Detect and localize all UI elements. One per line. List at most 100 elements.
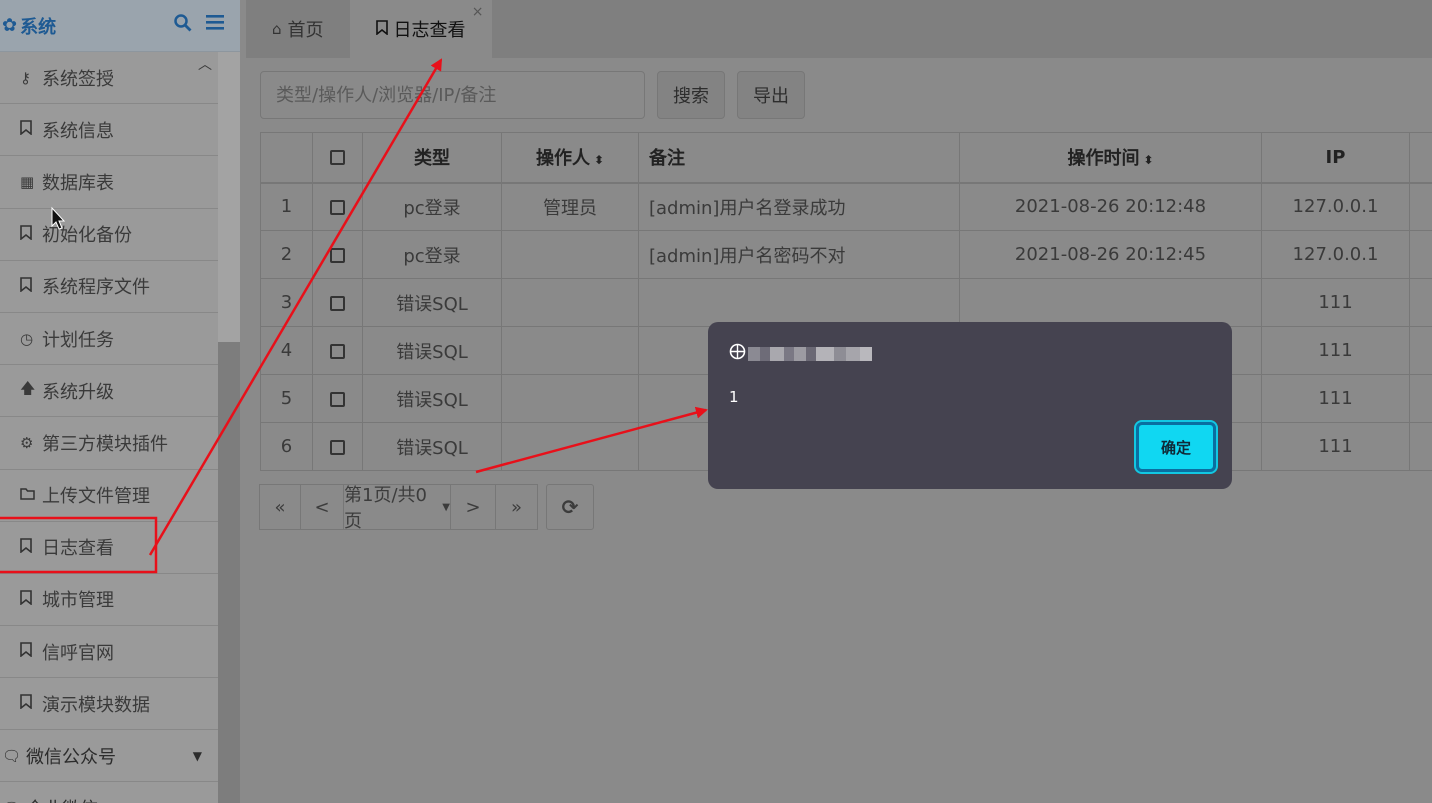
- sidebar-title[interactable]: ✿ 系统: [2, 13, 56, 39]
- cell-ip: 111: [1261, 326, 1410, 375]
- redacted-origin: [748, 347, 872, 361]
- cell-extra: [1409, 230, 1432, 279]
- tab-bar: ⌂ 首页 日志查看 ×: [246, 0, 1432, 58]
- header-ip: IP: [1261, 132, 1410, 184]
- row-checkbox-cell: [312, 182, 363, 231]
- alert-dialog: 1 确定: [708, 322, 1232, 489]
- search-icon[interactable]: [174, 14, 192, 37]
- home-icon: ⌂: [272, 20, 282, 38]
- sidebar-item-label: 系统签授: [42, 68, 114, 90]
- bookmark-icon: [20, 537, 42, 557]
- cell-note: [admin]用户名密码不对: [638, 230, 960, 279]
- header-type: 类型: [362, 132, 502, 184]
- header-label: 备注: [649, 148, 685, 170]
- first-page-button[interactable]: «: [259, 484, 301, 530]
- close-icon[interactable]: ×: [472, 4, 484, 20]
- sidebar-item-label: 城市管理: [42, 590, 114, 612]
- folder-icon: [20, 486, 42, 504]
- sidebar-item-label: 信呼官网: [42, 642, 114, 664]
- header-label: 类型: [414, 148, 450, 170]
- ok-button[interactable]: 确定: [1134, 420, 1218, 474]
- row-checkbox[interactable]: [330, 439, 345, 455]
- cell-type: 错误SQL: [362, 374, 502, 423]
- row-checkbox-cell: [312, 230, 363, 279]
- sort-icon[interactable]: ⬍: [1143, 153, 1153, 167]
- prev-page-button[interactable]: <: [300, 484, 344, 530]
- sidebar-item-database-tables[interactable]: ▦ 数据库表: [0, 156, 218, 209]
- sidebar-item-system-upgrade[interactable]: 🡅 系统升级: [0, 365, 218, 418]
- sidebar-item-demo-data[interactable]: 演示模块数据: [0, 678, 218, 731]
- row-checkbox[interactable]: [330, 295, 345, 311]
- table-header-row: 类型 操作人 ⬍ 备注 操作时间 ⬍ IP: [260, 132, 1432, 184]
- cell-operator: 管理员: [501, 182, 639, 231]
- tab-label: 首页: [287, 20, 324, 41]
- sort-icon[interactable]: ⬍: [594, 153, 604, 167]
- tab-label: 日志查看: [393, 20, 466, 41]
- chat-icon: 🗨: [2, 746, 22, 765]
- header-operator[interactable]: 操作人 ⬍: [501, 132, 639, 184]
- bookmark-icon: [20, 590, 42, 609]
- search-input[interactable]: [260, 71, 645, 119]
- cell-extra: [1409, 422, 1432, 471]
- sidebar-item-system-license[interactable]: ⚷ 系统签授 ︿: [0, 52, 218, 105]
- cell-operator: [501, 278, 639, 327]
- cell-ip: 127.0.0.1: [1261, 230, 1410, 279]
- sidebar-item-system-info[interactable]: 系统信息: [0, 104, 218, 157]
- header-index: [260, 132, 313, 184]
- sidebar-group-wechat-official[interactable]: 🗨 微信公众号 ▼: [0, 730, 218, 783]
- cell-time: 2021-08-26 20:12:45: [959, 230, 1262, 279]
- header-checkbox[interactable]: [312, 132, 363, 184]
- chevron-up-icon[interactable]: ︿: [198, 54, 212, 74]
- refresh-button[interactable]: ⟳: [546, 484, 594, 530]
- cell-time: 2021-08-26 20:12:48: [959, 182, 1262, 231]
- caret-down-icon[interactable]: ▼: [193, 749, 202, 763]
- sidebar-item-official-site[interactable]: 信呼官网: [0, 626, 218, 679]
- sidebar-item-init-backup[interactable]: 初始化备份: [0, 209, 218, 261]
- sidebar-header: ✿ 系统: [0, 0, 240, 52]
- cell-operator: [501, 374, 639, 423]
- next-page-button[interactable]: >: [450, 484, 496, 530]
- row-index: 1: [260, 182, 313, 231]
- tab-log-view[interactable]: 日志查看 ×: [349, 0, 492, 58]
- cell-operator: [501, 230, 639, 279]
- page-info: 第1页/共0页: [344, 485, 427, 532]
- row-checkbox[interactable]: [330, 199, 345, 215]
- sidebar-item-city-management[interactable]: 城市管理: [0, 574, 218, 627]
- last-page-button[interactable]: »: [495, 484, 538, 530]
- caret-down-icon: ▼: [442, 501, 450, 513]
- sidebar-item-log-view[interactable]: 日志查看: [0, 522, 218, 574]
- select-all-checkbox[interactable]: [330, 150, 345, 166]
- row-index: 6: [260, 422, 313, 471]
- sidebar-item-label: 系统升级: [42, 381, 114, 403]
- table-row[interactable]: 2 pc登录 [admin]用户名密码不对 2021-08-26 20:12:45 12…: [260, 230, 1432, 279]
- cell-note: [admin]用户名登录成功: [638, 182, 960, 231]
- sidebar-group-label: 企业微信: [26, 795, 98, 803]
- arrow-up-icon: 🡅: [20, 379, 36, 398]
- sidebar-item-scheduled-tasks[interactable]: ◷ 计划任务: [0, 313, 218, 366]
- sidebar-item-program-files[interactable]: 系统程序文件: [0, 261, 218, 313]
- cell-type: pc登录: [362, 182, 502, 231]
- row-checkbox[interactable]: [330, 343, 345, 359]
- sidebar-scrollbar-thumb[interactable]: [218, 342, 240, 803]
- search-button[interactable]: 搜索: [657, 71, 725, 119]
- row-checkbox-cell: [312, 374, 363, 423]
- cell-ip: 127.0.0.1: [1261, 182, 1410, 231]
- table-row[interactable]: 1 pc登录 管理员 [admin]用户名登录成功 2021-08-26 20:12:4…: [260, 182, 1432, 231]
- sidebar-item-third-party-plugins[interactable]: ⚙ 第三方模块插件: [0, 417, 218, 470]
- menu-icon[interactable]: [206, 14, 224, 37]
- cell-time: [959, 278, 1262, 327]
- row-checkbox[interactable]: [330, 247, 345, 263]
- sidebar-item-label: 上传文件管理: [42, 486, 150, 508]
- sidebar-scrollbar[interactable]: [218, 52, 240, 803]
- row-checkbox[interactable]: [330, 391, 345, 407]
- page-select[interactable]: 第1页/共0页 ▼: [343, 484, 451, 532]
- tab-home[interactable]: ⌂ 首页: [246, 0, 350, 58]
- header-time[interactable]: 操作时间 ⬍: [959, 132, 1262, 184]
- gear-icon: ✿: [2, 15, 18, 36]
- export-button[interactable]: 导出: [737, 71, 805, 119]
- cell-ip: 111: [1261, 374, 1410, 423]
- sidebar-item-upload-files[interactable]: 上传文件管理: [0, 470, 218, 522]
- table-row[interactable]: 3 错误SQL 111: [260, 278, 1432, 327]
- sidebar-group-wecom[interactable]: 🗨 企业微信 ▼: [0, 782, 218, 803]
- cell-ip: 111: [1261, 278, 1410, 327]
